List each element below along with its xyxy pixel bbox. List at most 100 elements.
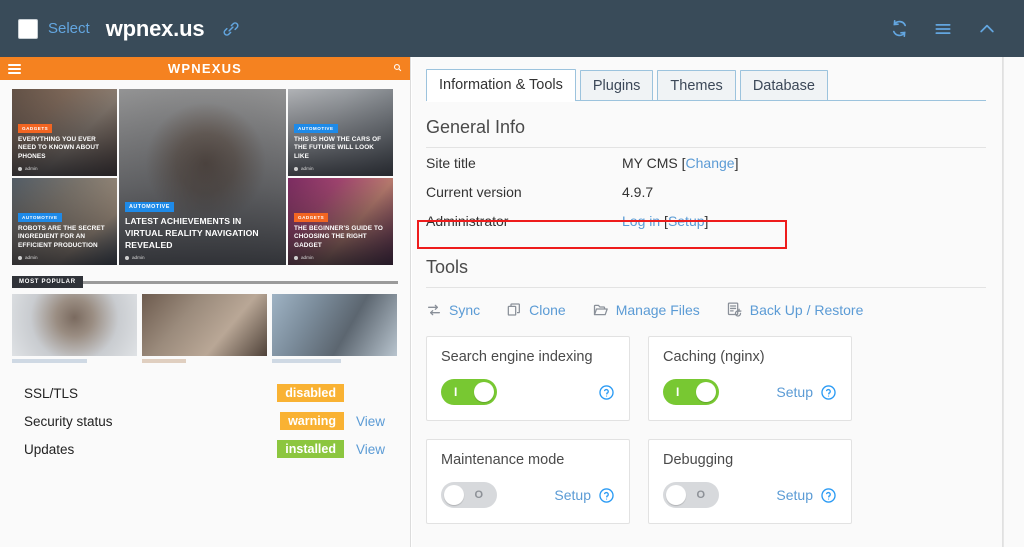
help-circle-icon[interactable] [820,487,837,504]
preview-article-card[interactable]: GADGETS EVERYTHING YOU EVER NEED TO KNOW… [12,89,117,176]
thumbnail-meta [142,359,186,363]
option-card-title: Caching (nginx) [663,349,765,365]
most-popular-item[interactable] [142,294,267,363]
option-card-right: Setup [776,487,837,504]
hamburger-icon[interactable] [8,63,21,74]
preview-article-card[interactable]: GADGETS THE BEGINNER'S GUIDE TO CHOOSING… [288,178,393,265]
option-card-title: Debugging [663,452,734,468]
link-icon[interactable] [222,20,240,38]
tab-plugins[interactable]: Plugins [579,70,654,101]
status-row-ssl: SSL/TLS disabled [24,379,390,407]
general-info-title: General Info [426,117,526,137]
author-avatar-icon [18,255,22,260]
article-category[interactable]: GADGETS [18,123,53,133]
article-author: admin [125,255,280,260]
article-category[interactable]: AUTOMOTIVE [18,212,62,222]
backup-restore-label: Back Up / Restore [749,301,864,318]
article-category[interactable]: GADGETS [294,212,329,222]
article-caption: AUTOMOTIVE ROBOTS ARE THE SECRET INGREDI… [18,206,111,260]
article-caption: GADGETS THE BEGINNER'S GUIDE TO CHOOSING… [294,206,387,260]
tab-information-tools[interactable]: Information & Tools [426,69,576,102]
search-engine-indexing-toggle[interactable]: I [441,379,497,405]
article-author: admin [294,255,387,260]
toggle-knob [444,485,464,505]
admin-setup-link[interactable]: Setup [668,213,705,229]
thumbnail-meta [272,359,341,363]
most-popular-label: MOST POPULAR [12,276,83,288]
manage-files-tool-button[interactable]: Manage Files [592,302,700,318]
preview-article-card-featured[interactable]: AUTOMOTIVE LATEST ACHIEVEMENTS IN VIRTUA… [119,89,286,265]
status-view-link[interactable]: View [356,414,390,429]
help-circle-icon[interactable] [598,487,615,504]
most-popular-header: MOST POPULAR [12,276,398,288]
article-author: admin [294,166,387,171]
tab-themes[interactable]: Themes [657,70,736,101]
preview-site-header: WPNEXUS [0,57,410,80]
article-category[interactable]: AUTOMOTIVE [294,123,338,133]
most-popular-item[interactable] [272,294,397,363]
article-title: LATEST ACHIEVEMENTS IN VIRTUAL REALITY N… [125,215,259,250]
admin-log-in-link[interactable]: Log in [622,213,660,229]
chevron-up-icon[interactable] [976,19,998,39]
option-card-controls: O Setup [441,482,615,508]
select-link[interactable]: Select [48,20,90,37]
most-popular-item[interactable] [12,294,137,363]
article-title: ROBOTS ARE THE SECRET INGREDIENT FOR AN … [18,224,105,250]
menu-icon[interactable] [932,19,954,39]
wordpress-toolkit-page: Select wpnex.us WPNEXUS GADGETS EVERYTHI… [0,0,1024,547]
toggle-state-mark: O [474,489,483,501]
debugging-toggle[interactable]: O [663,482,719,508]
help-circle-icon[interactable] [598,384,615,401]
author-avatar-icon [18,166,22,171]
bracket-close: ] [704,212,709,229]
setup-link[interactable]: Setup [776,384,813,400]
status-label: SSL/TLS [24,385,79,401]
site-preview-pane: WPNEXUS GADGETS EVERYTHING YOU EVER NEED… [0,57,411,547]
info-key: Site title [426,154,476,171]
select-site-checkbox[interactable] [18,18,38,39]
thumbnail-image [12,294,137,356]
article-author: admin [18,255,111,260]
preview-article-card[interactable]: AUTOMOTIVE ROBOTS ARE THE SECRET INGREDI… [12,178,117,265]
article-category[interactable]: AUTOMOTIVE [125,201,174,212]
author-name: admin [25,166,38,171]
sync-tool-button[interactable]: Sync [426,302,480,318]
site-title-value: MY CMS [622,154,678,171]
article-title: THE BEGINNER'S GUIDE TO CHOOSING THE RIG… [294,224,383,250]
status-row-security: Security status warning View [24,407,390,435]
setup-link[interactable]: Setup [776,487,813,503]
maintenance-mode-toggle[interactable]: O [441,482,497,508]
author-avatar-icon [294,255,298,260]
info-key: Administrator [426,212,509,229]
option-card-controls: I [441,379,615,405]
status-label: Security status [24,413,113,429]
article-caption: AUTOMOTIVE LATEST ACHIEVEMENTS IN VIRTUA… [125,195,280,260]
article-title: EVERYTHING YOU EVER NEED TO KNOWN ABOUT … [18,135,100,161]
option-card-controls: O Setup [663,482,837,508]
search-icon[interactable] [393,63,402,74]
author-name: admin [301,255,314,260]
option-card-title: Search engine indexing [441,349,593,365]
status-row-updates: Updates installed View [24,435,390,463]
article-caption: GADGETS EVERYTHING YOU EVER NEED TO KNOW… [18,117,111,171]
status-badge: disabled [277,384,344,402]
preview-content: GADGETS EVERYTHING YOU EVER NEED TO KNOW… [0,80,410,463]
section-divider [82,280,398,284]
tab-database[interactable]: Database [739,70,828,101]
setup-link[interactable]: Setup [554,487,591,503]
author-name: admin [301,166,314,171]
preview-article-card[interactable]: AUTOMOTIVE THIS IS HOW THE CARS OF THE F… [288,89,393,176]
backup-restore-tool-button[interactable]: Back Up / Restore [726,301,864,318]
caching-toggle[interactable]: I [663,379,719,405]
change-site-title-link[interactable]: Change [686,155,735,171]
status-badge: warning [280,412,344,430]
help-circle-icon[interactable] [820,384,837,401]
sync-label: Sync [449,301,481,318]
clone-tool-button[interactable]: Clone [506,302,566,318]
clone-label: Clone [529,301,566,318]
clone-icon [506,302,522,318]
refresh-icon[interactable] [889,18,910,39]
tools-pane-inner: Information & Tools Plugins Themes Datab… [412,57,1003,547]
site-domain-title: wpnex.us [105,15,205,41]
status-view-link[interactable]: View [356,442,390,457]
